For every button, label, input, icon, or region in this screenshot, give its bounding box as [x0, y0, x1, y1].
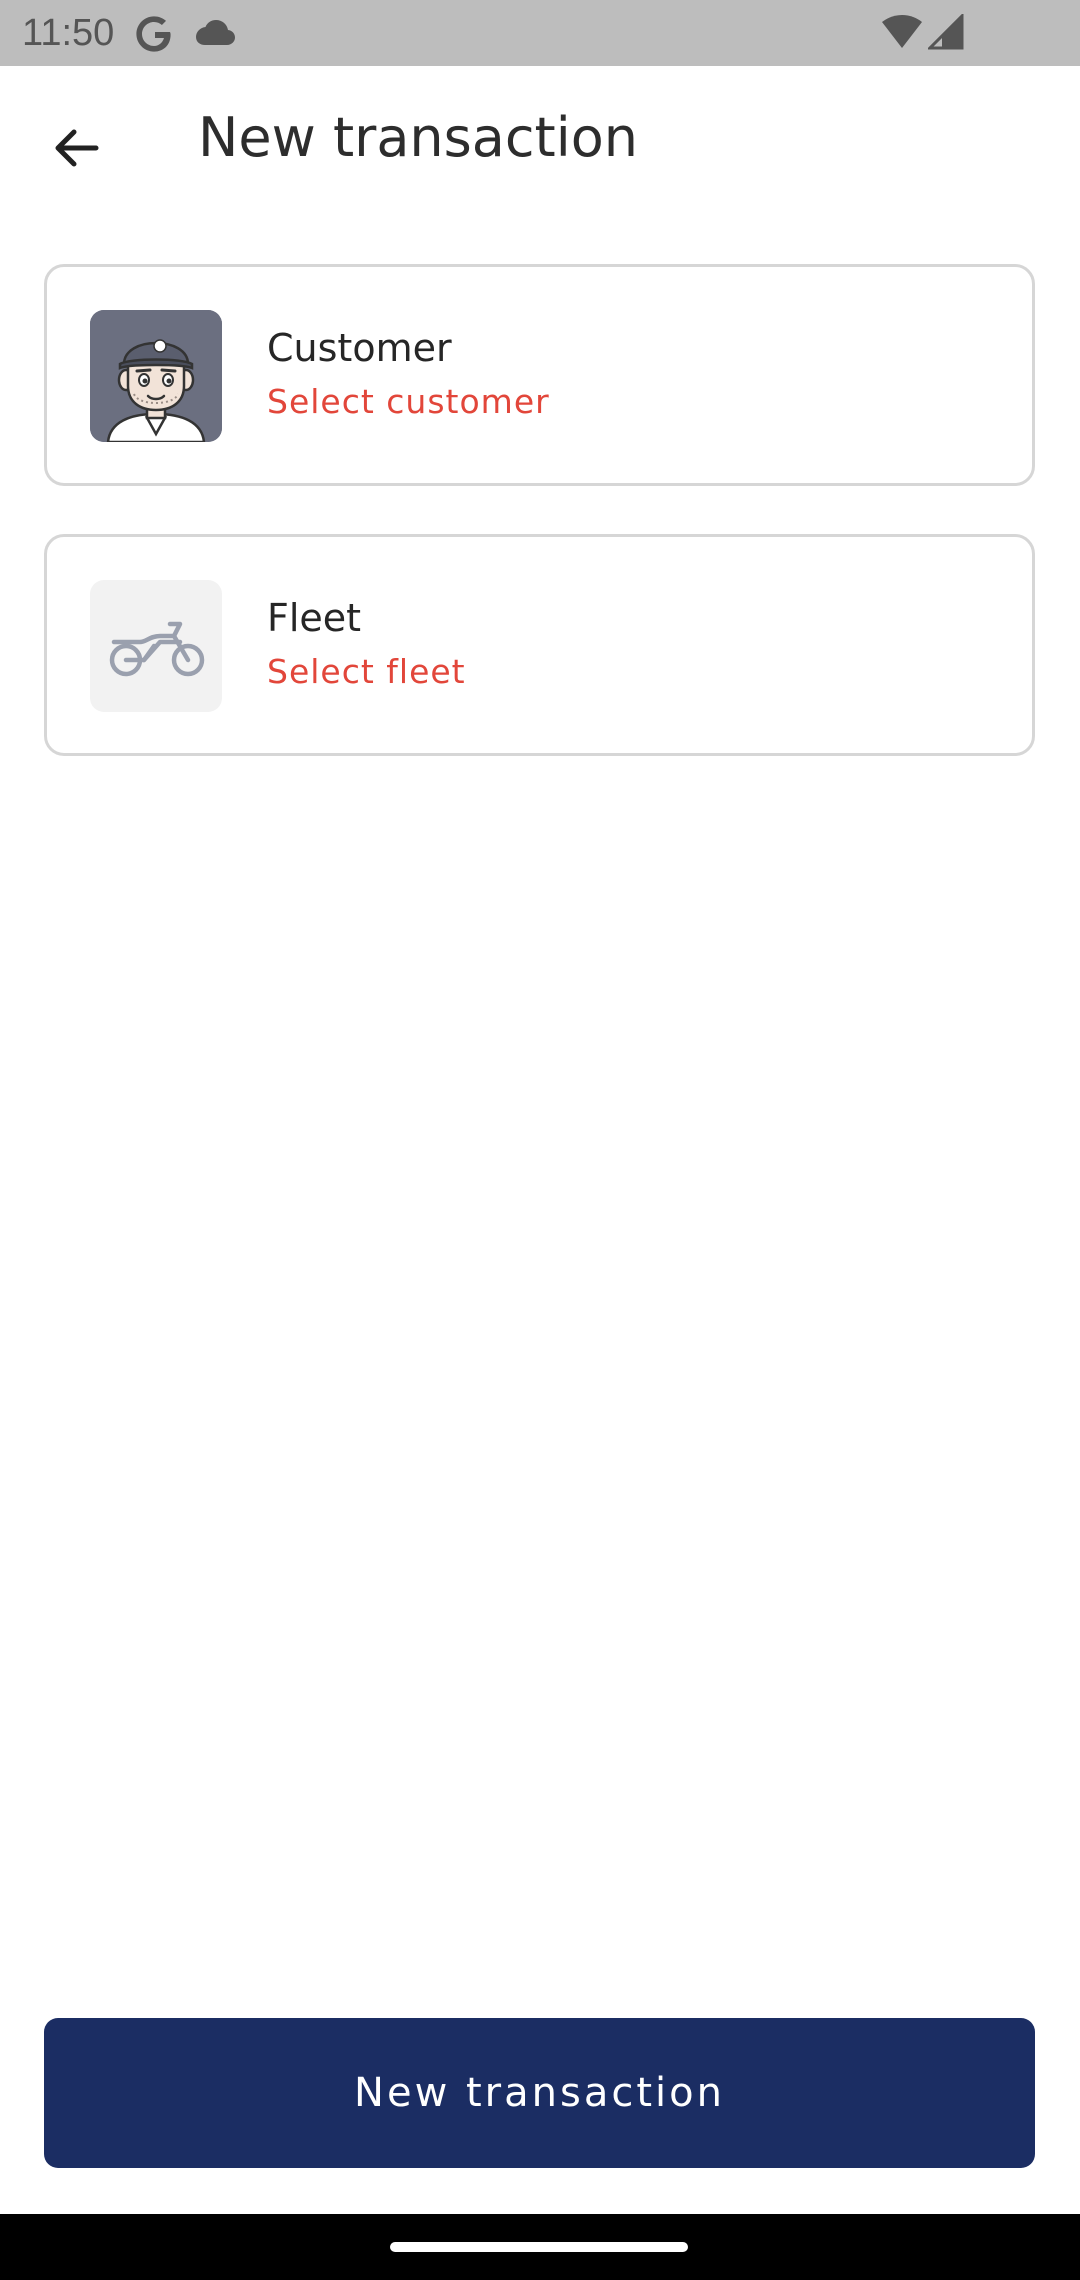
new-transaction-button[interactable]: New transaction — [44, 2018, 1035, 2168]
select-fleet-label: Select fleet — [267, 652, 466, 691]
google-icon — [132, 12, 176, 56]
customer-avatar-icon — [90, 310, 222, 442]
customer-title: Customer — [267, 326, 452, 370]
status-bar: 11:50 — [0, 0, 1080, 66]
app-bar: New transaction — [0, 66, 1080, 216]
back-button[interactable] — [36, 108, 116, 188]
wifi-icon — [880, 14, 924, 50]
navigation-bar — [0, 2214, 1080, 2280]
select-customer-label: Select customer — [267, 382, 550, 421]
page-title: New transaction — [198, 106, 638, 169]
fleet-card[interactable]: Fleet Select fleet — [44, 534, 1035, 756]
customer-card[interactable]: Customer Select customer — [44, 264, 1035, 486]
fleet-title: Fleet — [267, 596, 362, 640]
status-time: 11:50 — [22, 12, 115, 54]
signal-icon — [926, 12, 964, 50]
home-gesture-handle[interactable] — [390, 2242, 688, 2252]
arrow-left-icon — [55, 129, 99, 167]
new-transaction-button-label: New transaction — [354, 2070, 725, 2116]
cloud-icon — [194, 18, 236, 46]
motorcycle-icon — [90, 580, 222, 712]
